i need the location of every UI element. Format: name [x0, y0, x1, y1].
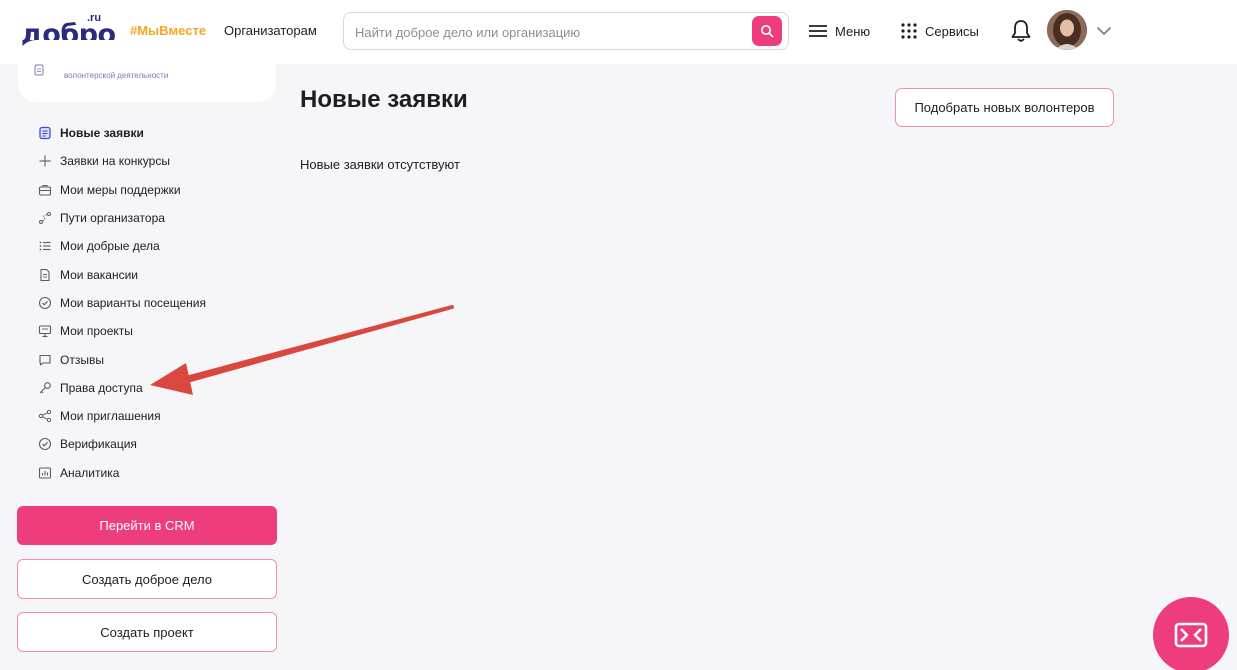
- search-input[interactable]: [355, 22, 745, 42]
- sidebar-item-access-rights[interactable]: Права доступа: [38, 374, 278, 402]
- services-button[interactable]: Сервисы: [900, 20, 979, 42]
- sidebar-item-invitations[interactable]: Мои приглашения: [38, 402, 278, 430]
- organizers-link[interactable]: Организаторам: [224, 23, 317, 38]
- sidebar-item-label: Мои вакансии: [60, 267, 138, 282]
- menu-label: Меню: [835, 23, 871, 39]
- sidebar-item-label: Мои меры поддержки: [60, 182, 181, 197]
- plus-icon: [38, 154, 52, 168]
- sidebar-item-label: Права доступа: [60, 380, 143, 395]
- list-icon: [38, 239, 52, 253]
- presentation-icon: [38, 324, 52, 338]
- document-icon: [34, 64, 44, 76]
- file-icon: [38, 268, 52, 282]
- sidebar-card-text: волонтерской деятельности: [64, 71, 169, 80]
- sidebar-item-label: Пути организатора: [60, 211, 165, 226]
- create-good-deed-button[interactable]: Создать доброе дело: [17, 559, 277, 599]
- sidebar-item-projects[interactable]: Мои проекты: [38, 317, 278, 345]
- sidebar-item-reviews[interactable]: Отзывы: [38, 345, 278, 373]
- search-icon: [761, 25, 774, 38]
- sidebar-item-contest-requests[interactable]: Заявки на конкурсы: [38, 147, 278, 175]
- sidebar-item-verification[interactable]: Верификация: [38, 430, 278, 458]
- sidebar-item-support-measures[interactable]: Мои меры поддержки: [38, 176, 278, 204]
- sidebar-item-visit-options[interactable]: Мои варианты посещения: [38, 289, 278, 317]
- sidebar-item-organizer-paths[interactable]: Пути организатора: [38, 204, 278, 232]
- hashtag-link[interactable]: #МыВместе: [130, 23, 206, 38]
- grid-icon: [901, 23, 917, 39]
- chart-icon: [38, 466, 52, 480]
- chat-icon: [38, 353, 52, 367]
- avatar[interactable]: [1047, 10, 1087, 50]
- avatar-photo: [1047, 10, 1087, 50]
- pick-volunteers-button[interactable]: Подобрать новых волонтеров: [895, 88, 1114, 127]
- go-to-crm-button[interactable]: Перейти в CRM: [17, 506, 277, 545]
- sidebar-info-card: волонтерской деятельности: [18, 40, 276, 102]
- sidebar-item-analytics[interactable]: Аналитика: [38, 459, 278, 487]
- bell-icon[interactable]: [1009, 18, 1033, 44]
- route-icon: [38, 211, 52, 225]
- sidebar-item-label: Аналитика: [60, 465, 120, 480]
- page-title: Новые заявки: [300, 86, 468, 113]
- sidebar-nav: Новые заявки Заявки на конкурсы Мои меры…: [38, 119, 278, 487]
- chevron-down-icon[interactable]: [1095, 22, 1113, 40]
- create-project-button[interactable]: Создать проект: [17, 612, 277, 652]
- sidebar-item-label: Заявки на конкурсы: [60, 154, 170, 169]
- key-icon: [38, 381, 52, 395]
- mail-icon: [1174, 622, 1208, 648]
- check-circle-icon: [38, 437, 52, 451]
- services-label: Сервисы: [925, 23, 979, 39]
- hamburger-icon: [809, 25, 827, 37]
- sidebar-item-new-requests[interactable]: Новые заявки: [38, 119, 278, 147]
- sidebar-item-label: Верификация: [60, 437, 137, 452]
- share-icon: [38, 409, 52, 423]
- sidebar-item-vacancies[interactable]: Мои вакансии: [38, 260, 278, 288]
- check-circle-icon: [38, 296, 52, 310]
- chat-fab-button[interactable]: [1153, 597, 1229, 670]
- sidebar-item-label: Мои варианты посещения: [60, 295, 206, 310]
- sidebar-item-label: Отзывы: [60, 352, 104, 367]
- logo-suffix: .ru: [87, 12, 102, 24]
- sidebar-item-good-deeds[interactable]: Мои добрые дела: [38, 232, 278, 260]
- sidebar-item-label: Мои приглашения: [60, 409, 161, 424]
- search-box: [343, 12, 789, 50]
- sidebar-item-label: Мои проекты: [60, 324, 133, 339]
- menu-button[interactable]: Меню: [808, 20, 870, 42]
- search-button[interactable]: [752, 16, 782, 46]
- sidebar-item-label: Новые заявки: [60, 126, 144, 141]
- briefcase-icon: [38, 183, 52, 197]
- sidebar-item-label: Мои добрые дела: [60, 239, 160, 254]
- document-icon: [38, 126, 52, 140]
- empty-state-message: Новые заявки отсутствуют: [300, 157, 460, 172]
